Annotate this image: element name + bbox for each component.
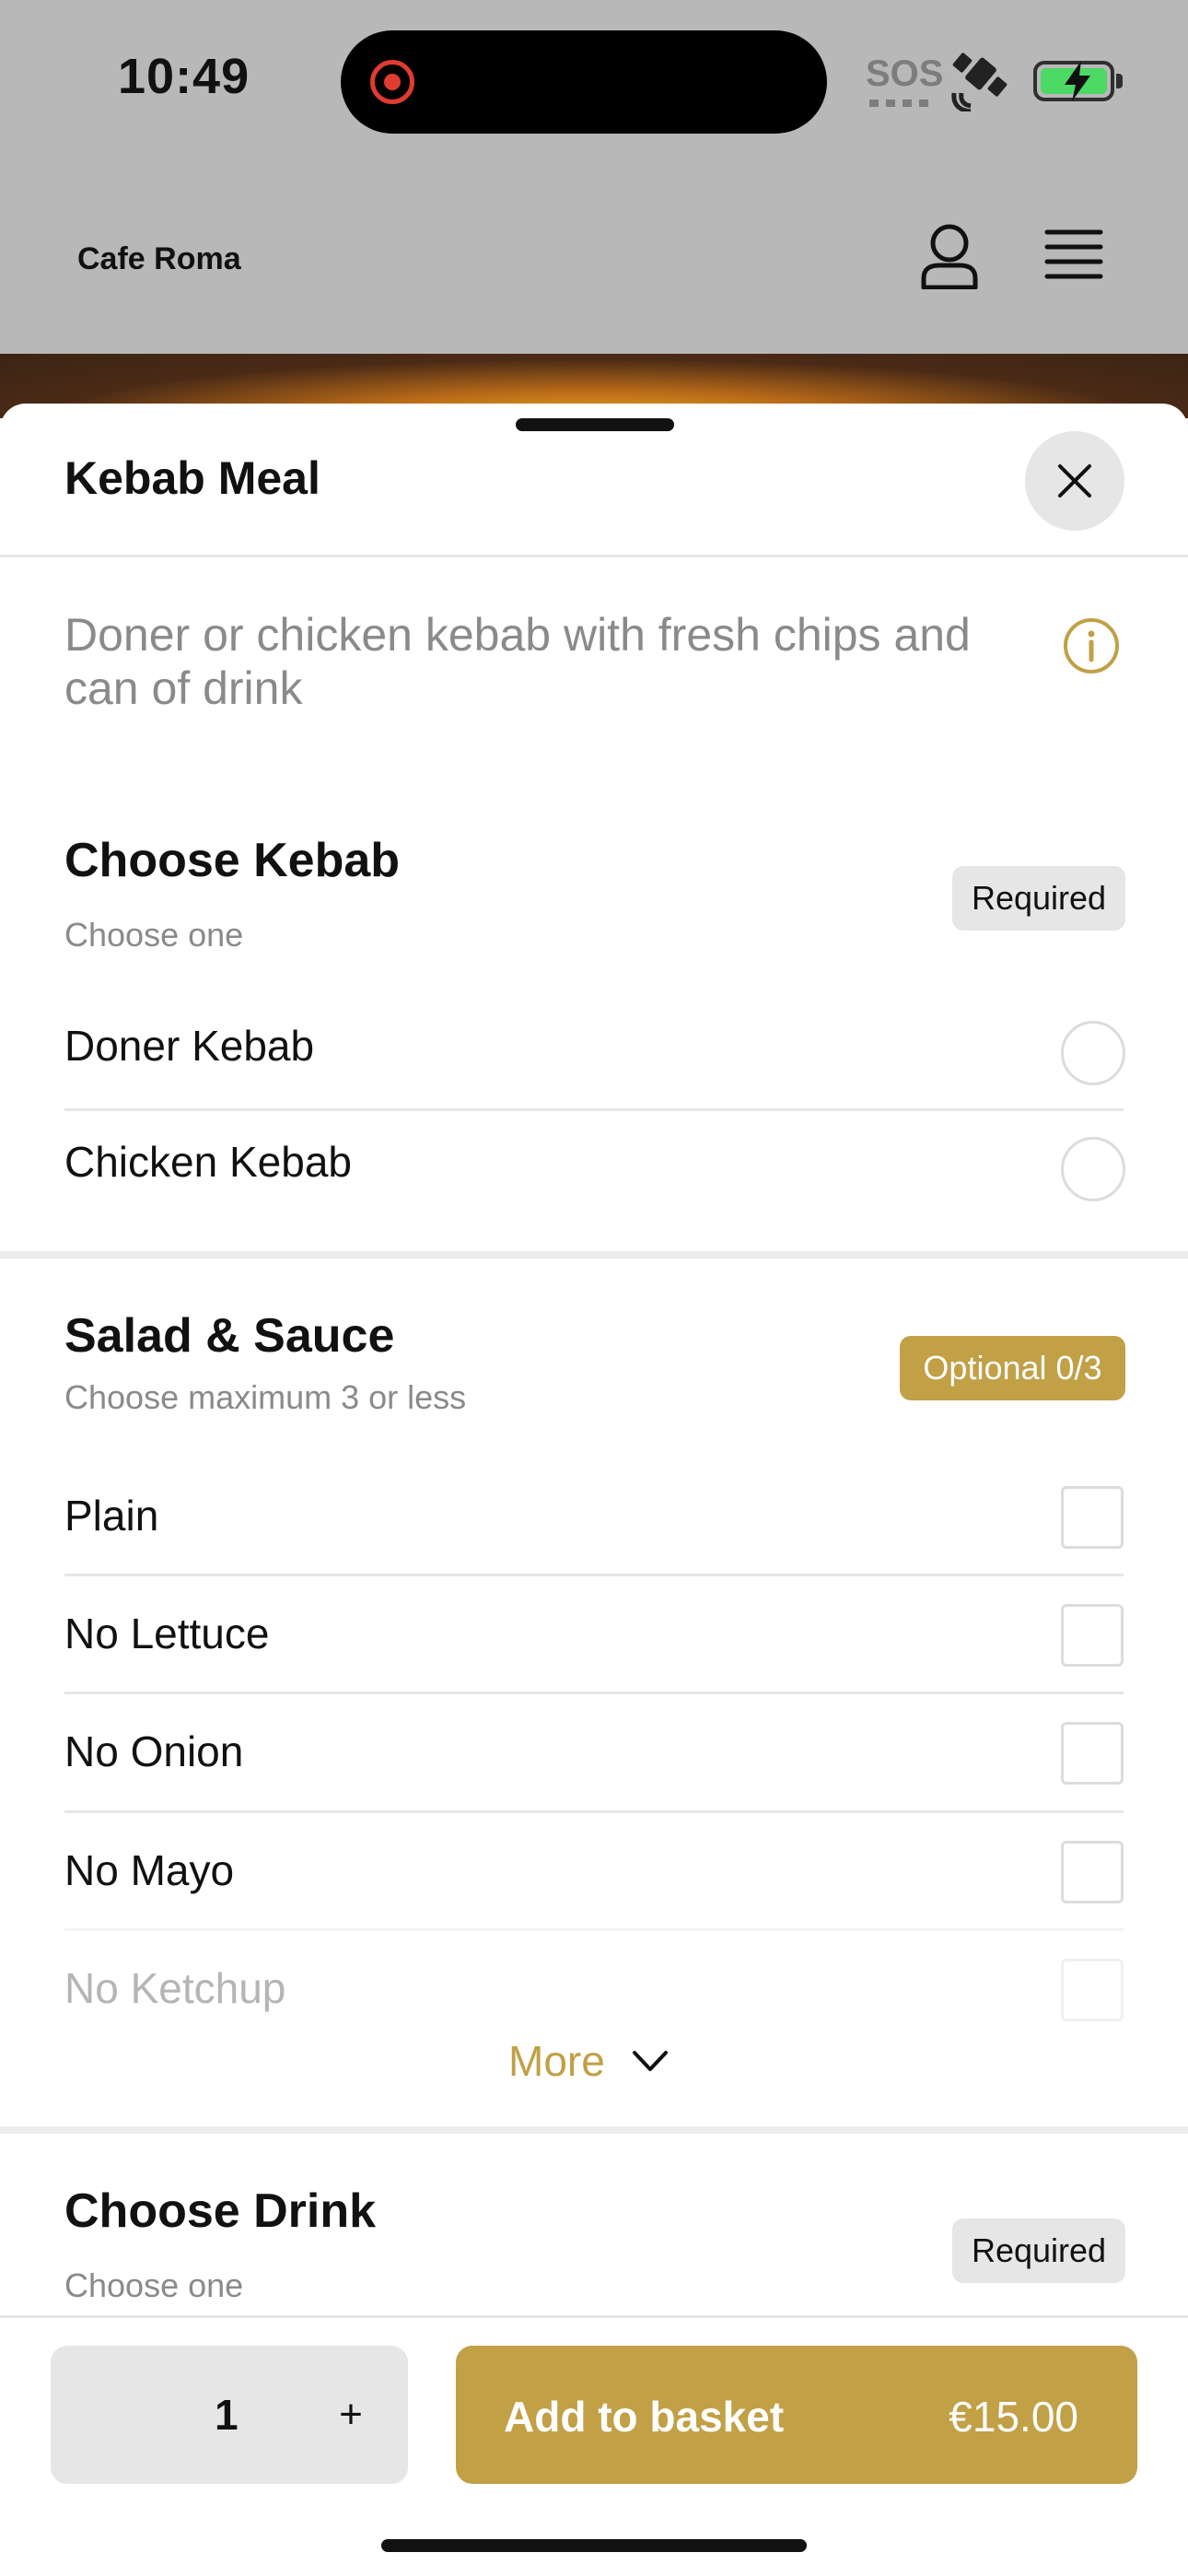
signal-dots-icon bbox=[869, 100, 928, 107]
option-no-lettuce[interactable]: No Lettuce bbox=[64, 1609, 269, 1658]
checkbox-no-ketchup[interactable] bbox=[1061, 1959, 1124, 2021]
total-price: €15.00 bbox=[949, 2393, 1078, 2441]
divider bbox=[64, 1574, 1124, 1576]
divider bbox=[64, 1810, 1124, 1813]
checkbox-no-onion[interactable] bbox=[1061, 1722, 1124, 1785]
item-description: Doner or chicken kebab with fresh chips … bbox=[64, 609, 971, 714]
section-title-drink: Choose Drink bbox=[64, 2184, 377, 2238]
radio-doner-kebab[interactable] bbox=[1061, 1021, 1125, 1085]
hamburger-menu-icon[interactable] bbox=[1044, 228, 1103, 280]
increment-button[interactable]: + bbox=[314, 2373, 388, 2456]
optional-counter-badge: Optional 0/3 bbox=[900, 1336, 1125, 1400]
required-badge: Required bbox=[952, 866, 1125, 931]
status-time: 10:49 bbox=[118, 49, 250, 104]
sheet-title: Kebab Meal bbox=[64, 452, 320, 504]
item-options-sheet: Kebab Meal Doner or chicken kebab with f… bbox=[0, 404, 1188, 2576]
checkbox-no-mayo[interactable] bbox=[1061, 1841, 1124, 1903]
divider bbox=[64, 1692, 1124, 1694]
required-badge: Required bbox=[952, 2219, 1125, 2283]
user-icon[interactable] bbox=[919, 223, 980, 289]
divider bbox=[64, 1928, 1124, 1931]
section-divider bbox=[0, 2126, 1188, 2134]
option-chicken-kebab[interactable]: Chicken Kebab bbox=[64, 1137, 352, 1187]
close-icon bbox=[1058, 464, 1091, 498]
radio-chicken-kebab[interactable] bbox=[1061, 1137, 1125, 1201]
option-no-ketchup[interactable]: No Ketchup bbox=[64, 1963, 285, 2013]
chevron-down-icon[interactable] bbox=[632, 2049, 669, 2073]
info-icon[interactable] bbox=[1063, 617, 1120, 674]
battery-tip bbox=[1116, 74, 1123, 88]
section-title-salad: Salad & Sauce bbox=[64, 1309, 395, 1363]
checkbox-plain[interactable] bbox=[1061, 1486, 1124, 1549]
section-title-kebab: Choose Kebab bbox=[64, 834, 401, 887]
bottom-action-bar: 1 + Add to basket €15.00 bbox=[0, 2315, 1188, 2576]
more-options-button[interactable]: More bbox=[508, 2036, 605, 2086]
divider bbox=[64, 1108, 1124, 1111]
option-doner-kebab[interactable]: Doner Kebab bbox=[64, 1021, 314, 1071]
option-no-onion[interactable]: No Onion bbox=[64, 1727, 243, 1776]
quantity-value: 1 bbox=[215, 2391, 239, 2439]
divider bbox=[0, 555, 1188, 557]
add-to-basket-button[interactable]: Add to basket €15.00 bbox=[456, 2346, 1137, 2484]
section-subtitle-drink: Choose one bbox=[64, 2266, 244, 2304]
option-no-mayo[interactable]: No Mayo bbox=[64, 1845, 234, 1895]
option-plain[interactable]: Plain bbox=[64, 1491, 158, 1540]
section-divider bbox=[0, 1251, 1188, 1259]
battery-icon bbox=[1033, 61, 1114, 101]
section-subtitle-kebab: Choose one bbox=[64, 916, 244, 954]
recording-icon bbox=[370, 60, 414, 104]
satellite-icon bbox=[951, 53, 1007, 111]
add-to-basket-label: Add to basket bbox=[504, 2393, 785, 2441]
checkbox-no-lettuce[interactable] bbox=[1061, 1604, 1124, 1667]
status-bar: 10:49 SOS bbox=[0, 0, 1188, 157]
sheet-grabber[interactable] bbox=[516, 418, 674, 431]
app-header: Cafe Roma bbox=[0, 184, 1188, 341]
app-background: 10:49 SOS Cafe Roma bbox=[0, 0, 1188, 354]
section-subtitle-salad: Choose maximum 3 or less bbox=[64, 1378, 467, 1416]
close-button[interactable] bbox=[1025, 431, 1124, 531]
sos-indicator: SOS bbox=[866, 53, 944, 94]
home-indicator bbox=[381, 2539, 807, 2552]
quantity-stepper: 1 + bbox=[51, 2346, 408, 2484]
brand-name[interactable]: Cafe Roma bbox=[77, 241, 241, 277]
dynamic-island bbox=[341, 30, 827, 134]
